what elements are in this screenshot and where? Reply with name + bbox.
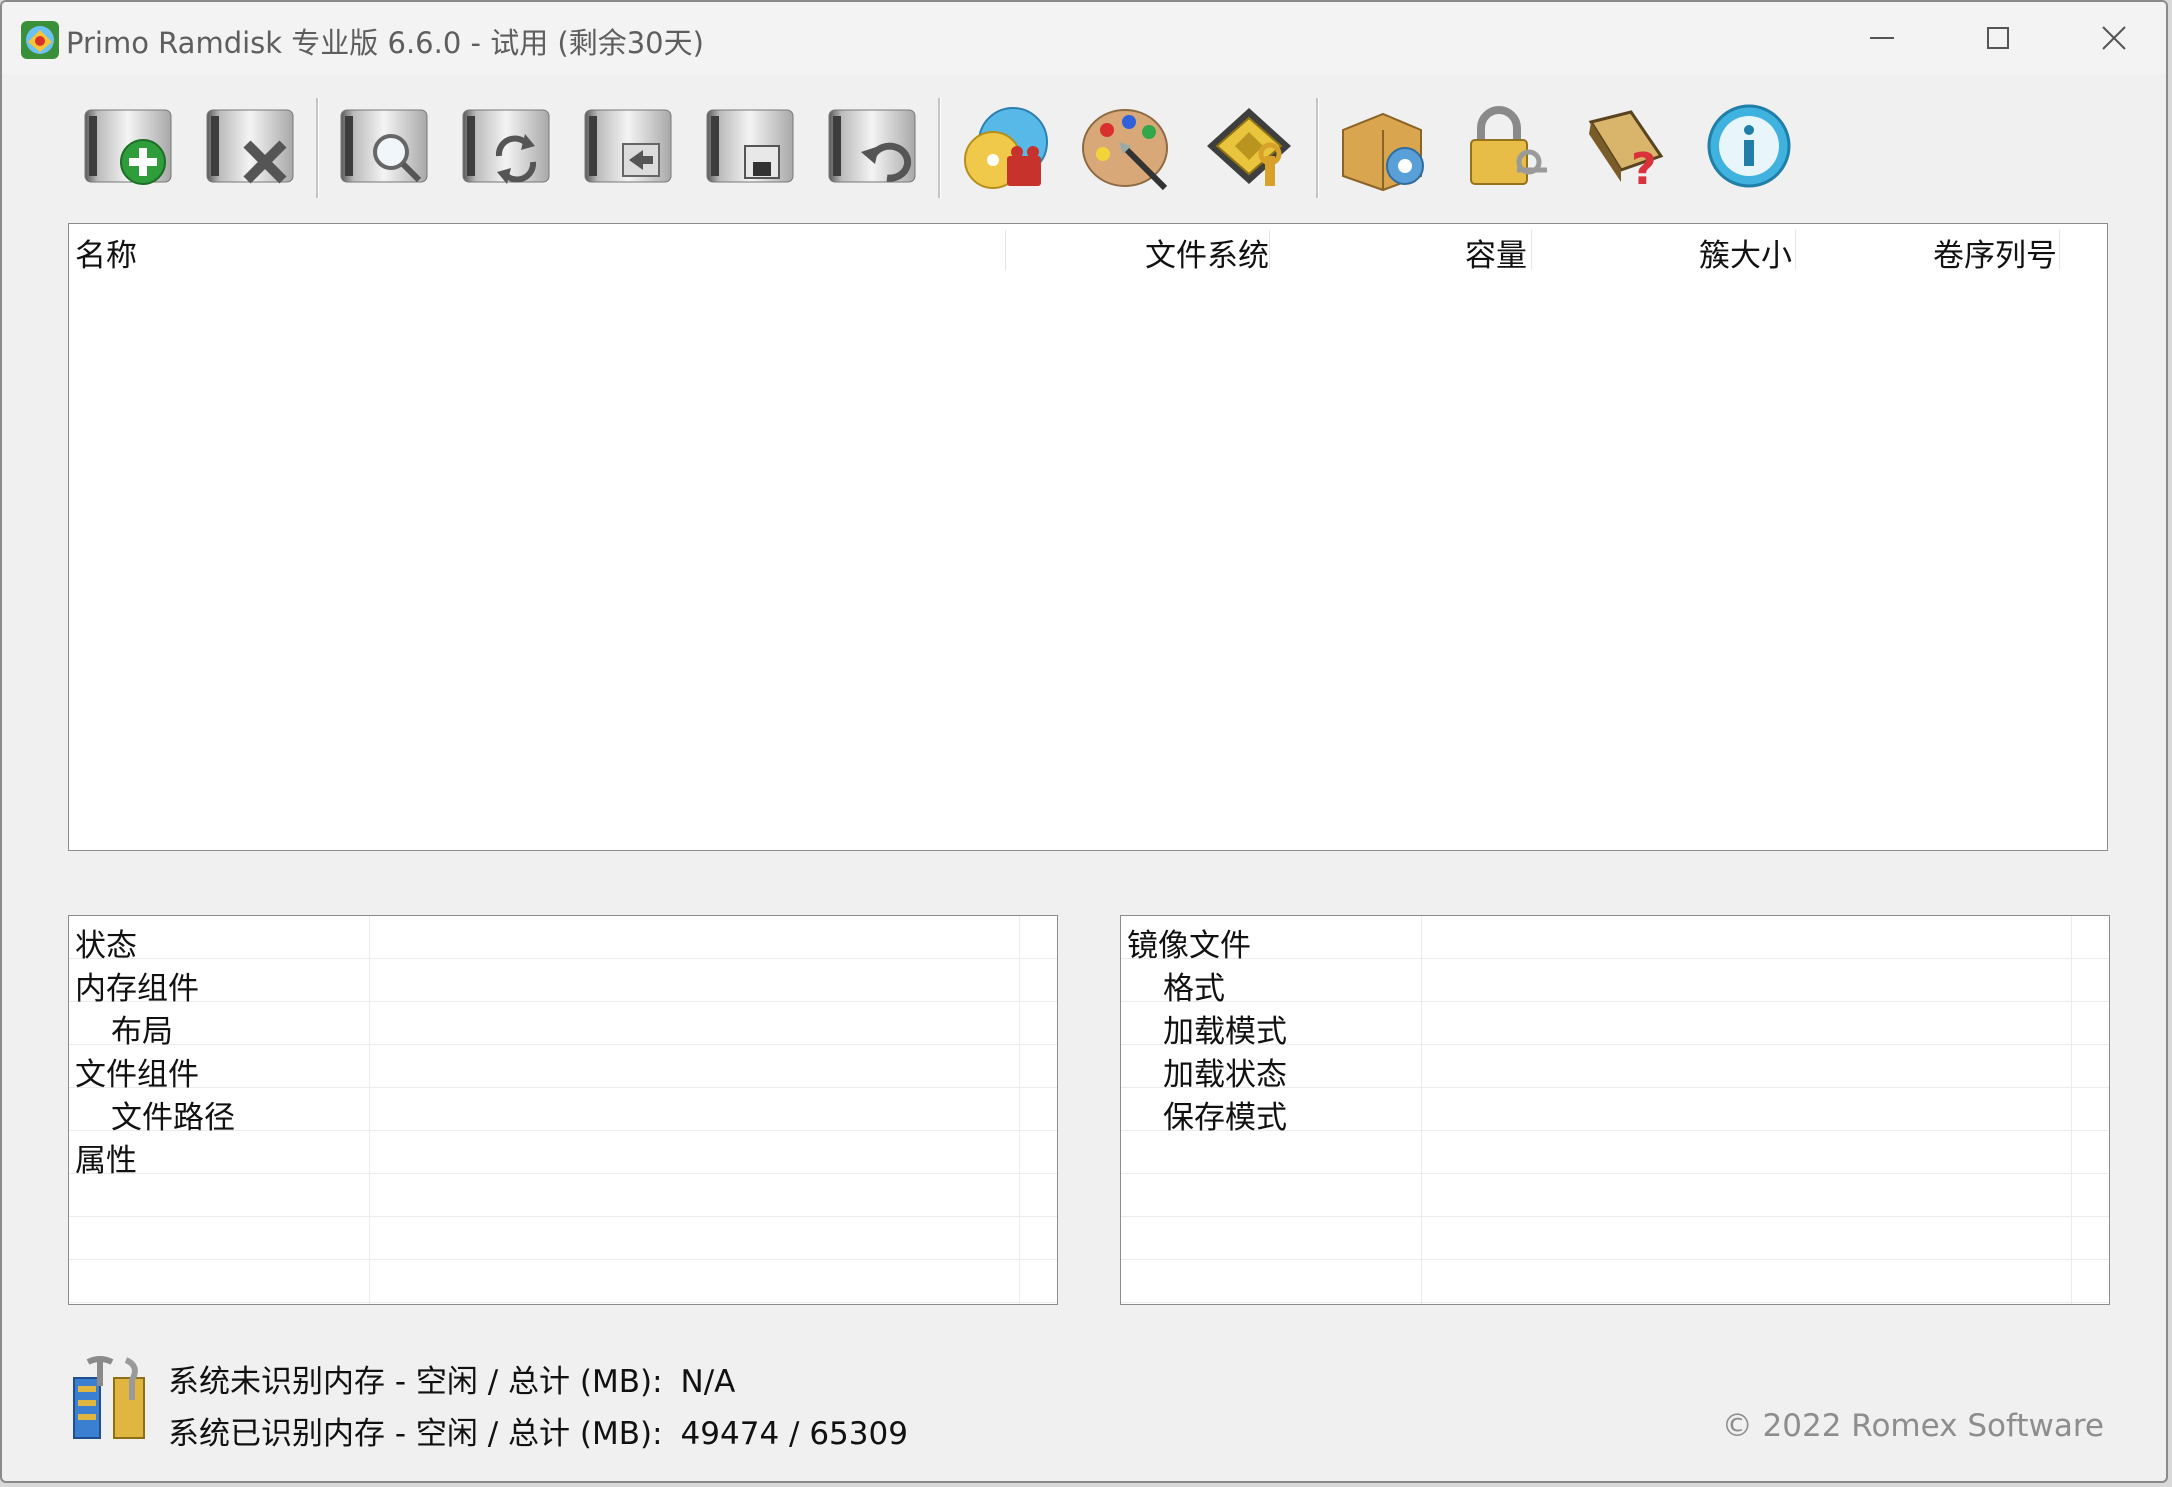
copyright-text: © 2022 Romex Software <box>1721 1408 2104 1444</box>
options-button[interactable] <box>1328 98 1438 198</box>
column-divider[interactable] <box>1269 230 1270 270</box>
disk-import-icon <box>584 109 672 183</box>
memory-config-button[interactable] <box>1194 98 1304 198</box>
cpu-chip-icon <box>1207 108 1291 186</box>
book-help-icon: ? <box>1588 110 1664 195</box>
import-disk-button[interactable] <box>572 98 682 198</box>
unrecognized-memory-line: 系统未识别内存 - 空闲 / 总计 (MB): N/A <box>168 1356 735 1401</box>
grid-row-load-status[interactable]: 加载状态 <box>1121 1045 2109 1093</box>
media-button[interactable] <box>950 98 1060 198</box>
recognized-memory-line: 系统已识别内存 - 空闲 / 总计 (MB): 49474 / 65309 <box>168 1408 908 1453</box>
close-icon <box>2102 26 2126 50</box>
toolbar-separator <box>316 98 319 198</box>
column-divider[interactable] <box>2059 230 2060 270</box>
status-grid[interactable]: 状态 内存组件 布局 文件组件 文件路径 属性 <box>68 915 1058 1305</box>
column-cluster-size[interactable]: 簇大小 <box>1699 230 1792 275</box>
toolbar: ? <box>72 98 1812 200</box>
delete-disk-button[interactable] <box>194 98 304 198</box>
unrecognized-memory-label: 系统未识别内存 - 空闲 / 总计 (MB): <box>168 1364 663 1400</box>
grid-row-format[interactable]: 格式 <box>1121 959 2109 1007</box>
toolbar-separator <box>938 98 941 198</box>
lock-key-icon <box>1470 106 1547 185</box>
palette-icon <box>1082 109 1168 191</box>
grid-row-layout[interactable]: 布局 <box>69 1002 1057 1050</box>
new-disk-button[interactable] <box>72 98 182 198</box>
toolbar-separator <box>1316 98 1319 198</box>
disk-restore-icon <box>828 109 916 183</box>
disk-search-icon <box>340 109 428 183</box>
about-button[interactable] <box>1694 98 1804 198</box>
view-disk-button[interactable] <box>328 98 438 198</box>
grid-row-empty <box>69 1260 1057 1303</box>
grid-row-empty <box>1121 1174 2109 1217</box>
image-file-grid[interactable]: 镜像文件 格式 加载模式 加载状态 保存模式 <box>1120 915 2110 1305</box>
app-window: Primo Ramdisk 专业版 6.6.0 - 试用 (剩余30天) ? 名… <box>0 0 2168 1483</box>
maximize-button[interactable] <box>1940 2 2056 74</box>
column-divider[interactable] <box>1531 230 1532 270</box>
refresh-disk-button[interactable] <box>450 98 560 198</box>
minimize-icon <box>1870 37 1894 39</box>
unrecognized-memory-value: N/A <box>680 1364 736 1400</box>
disk-save-icon <box>706 109 794 183</box>
info-icon <box>1707 104 1791 188</box>
grid-row-empty <box>1121 1260 2109 1303</box>
restore-disk-button[interactable] <box>816 98 926 198</box>
column-name[interactable]: 名称 <box>75 230 137 275</box>
disk-add-icon <box>84 109 172 185</box>
app-logo-icon <box>21 21 59 59</box>
box-gear-icon <box>1342 112 1424 192</box>
column-filesystem[interactable]: 文件系统 <box>1145 230 1269 275</box>
grid-row-empty <box>69 1174 1057 1217</box>
memory-tool-icon <box>73 1356 145 1439</box>
list-header: 名称 文件系统 容量 簇大小 卷序列号 <box>69 224 2107 274</box>
close-button[interactable] <box>2056 2 2166 74</box>
recognized-memory-label: 系统已识别内存 - 空闲 / 总计 (MB): <box>168 1416 663 1452</box>
column-divider[interactable] <box>1795 230 1796 270</box>
grid-row-empty <box>69 1217 1057 1260</box>
column-volume-serial[interactable]: 卷序列号 <box>1933 230 2057 275</box>
grid-row-image-file[interactable]: 镜像文件 <box>1121 916 2109 964</box>
grid-row-save-mode[interactable]: 保存模式 <box>1121 1088 2109 1136</box>
recognized-memory-value: 49474 / 65309 <box>680 1416 908 1452</box>
help-button[interactable]: ? <box>1572 98 1682 198</box>
minimize-button[interactable] <box>1824 2 1940 74</box>
maximize-icon <box>1987 27 2009 49</box>
customize-button[interactable] <box>1072 98 1182 198</box>
grid-row-file-component[interactable]: 文件组件 <box>69 1045 1057 1093</box>
disk-refresh-icon <box>462 109 550 184</box>
window-title: Primo Ramdisk 专业版 6.6.0 - 试用 (剩余30天) <box>66 26 704 60</box>
column-divider[interactable] <box>1005 230 1006 270</box>
svg-text:?: ? <box>1631 144 1657 195</box>
grid-row-file-path[interactable]: 文件路径 <box>69 1088 1057 1136</box>
title-bar[interactable]: Primo Ramdisk 专业版 6.6.0 - 试用 (剩余30天) <box>2 2 2166 74</box>
license-button[interactable] <box>1450 98 1560 198</box>
column-capacity[interactable]: 容量 <box>1465 230 1527 275</box>
grid-row-status[interactable]: 状态 <box>69 916 1057 964</box>
grid-row-attributes[interactable]: 属性 <box>69 1131 1057 1179</box>
grid-row-empty <box>1121 1217 2109 1260</box>
grid-row-load-mode[interactable]: 加载模式 <box>1121 1002 2109 1050</box>
disk-delete-icon <box>206 109 294 184</box>
disk-list[interactable]: 名称 文件系统 容量 簇大小 卷序列号 <box>68 223 2108 851</box>
grid-row-memory-component[interactable]: 内存组件 <box>69 959 1057 1007</box>
media-cd-icon <box>964 107 1048 189</box>
grid-row-empty <box>1121 1131 2109 1174</box>
save-disk-button[interactable] <box>694 98 804 198</box>
